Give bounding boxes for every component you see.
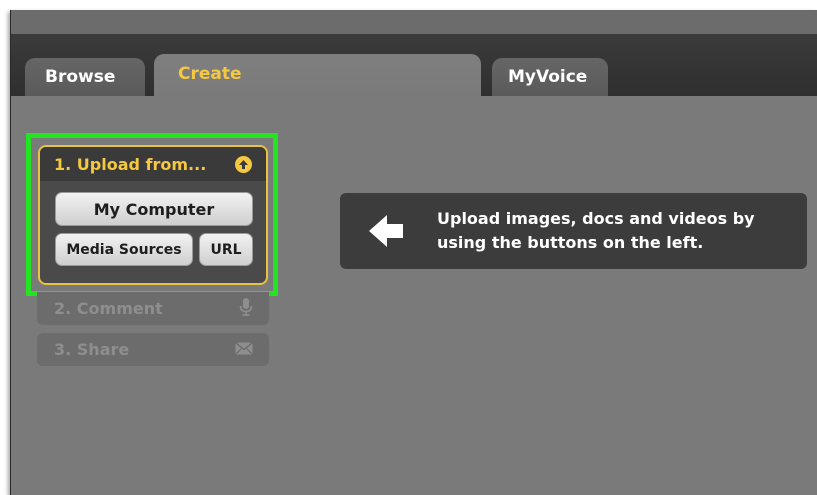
upload-hint-box: Upload images, docs and videos by using …	[340, 193, 807, 269]
my-computer-button[interactable]: My Computer	[55, 192, 253, 226]
comment-step-label: 2. Comment	[54, 299, 163, 318]
top-strip	[11, 10, 817, 34]
tab-bar: Browse Create MyVoice	[11, 34, 817, 96]
tab-myvoice[interactable]: MyVoice	[492, 58, 608, 96]
share-step-label: 3. Share	[54, 340, 130, 359]
tab-browse[interactable]: Browse	[25, 58, 145, 96]
tab-myvoice-label: MyVoice	[508, 67, 588, 87]
tab-browse-label: Browse	[45, 67, 116, 87]
media-sources-button[interactable]: Media Sources	[55, 233, 193, 266]
tab-create[interactable]: Create	[154, 54, 481, 96]
upload-step-panel: 1. Upload from... My Computer Media Sour…	[38, 145, 268, 285]
app-window: Browse Create MyVoice 1. Upload from... …	[10, 10, 817, 495]
hint-text: Upload images, docs and videos by using …	[437, 209, 755, 252]
envelope-icon	[235, 340, 253, 359]
left-arrow-icon	[367, 211, 407, 251]
upload-step-header[interactable]: 1. Upload from...	[40, 147, 266, 181]
url-button[interactable]: URL	[199, 233, 253, 266]
up-arrow-icon	[235, 155, 252, 173]
upload-step-title: 1. Upload from...	[54, 154, 207, 174]
share-step[interactable]: 3. Share	[37, 333, 269, 366]
tab-create-label: Create	[178, 64, 242, 84]
microphone-icon	[239, 297, 253, 320]
comment-step[interactable]: 2. Comment	[37, 292, 269, 325]
